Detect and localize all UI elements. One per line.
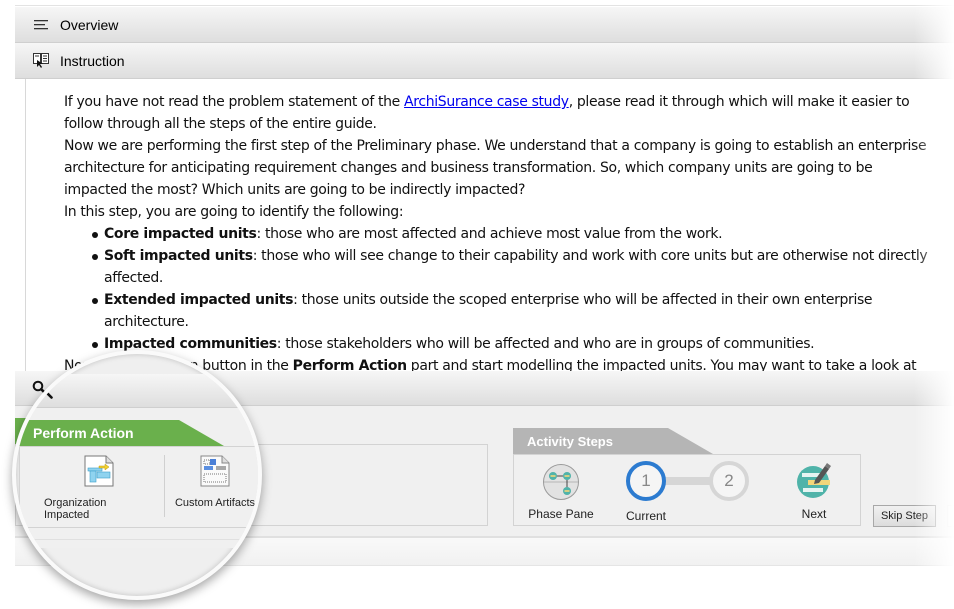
paragraph-2-line-3: impacted the most? Which units are going… — [64, 182, 526, 198]
paragraph-1-line-2: follow through all the steps of the enti… — [64, 116, 377, 132]
perform-action-tab: Perform Action — [19, 420, 224, 446]
paragraph-2-line-2: architecture for anticipating requiremen… — [64, 160, 873, 176]
magnifier-lens: Now Perform Action Organization Impacted — [12, 350, 262, 600]
list-item: Impacted communities: those stakeholders… — [92, 333, 954, 355]
perform-action-panel: Organization Impacted Custom Artifacts — [19, 446, 258, 528]
overview-header[interactable]: Overview — [15, 7, 954, 43]
lens-content: Now Perform Action Organization Impacted — [16, 354, 258, 596]
step-2-button[interactable]: 2 — [709, 461, 749, 501]
list-item: Extended impacted units: those units out… — [92, 289, 954, 333]
custom-artifacts-label: Custom Artifacts — [174, 497, 256, 509]
organization-impacted-button[interactable]: Organization Impacted — [44, 455, 154, 521]
organization-impacted-label: Organization Impacted — [44, 497, 107, 521]
skip-step-button[interactable]: Skip Step — [873, 505, 936, 527]
phase-pane-button[interactable]: Phase Pane — [524, 463, 598, 521]
activity-steps-tab: Activity Steps — [513, 428, 713, 454]
search-icon[interactable] — [37, 383, 53, 399]
activity-steps-panel: Phase Pane 1 Current 2 Next — [513, 454, 861, 526]
book-pointer-icon — [32, 53, 50, 69]
organization-diagram-icon — [83, 455, 115, 487]
instruction-text: If you have not read the problem stateme… — [64, 91, 954, 371]
lens-divider — [19, 539, 258, 540]
list-item: Core impacted units: those who are most … — [92, 223, 954, 245]
next-label: Next — [801, 507, 827, 521]
custom-artifacts-button[interactable]: Custom Artifacts — [172, 455, 258, 517]
menu-icon — [32, 17, 50, 33]
phase-pane-icon — [542, 463, 580, 501]
overview-title: Overview — [60, 16, 119, 33]
lens-action-area: Perform Action Organization Impacted Cus… — [19, 408, 258, 548]
case-study-link[interactable]: ArchiSurance case study — [404, 94, 569, 110]
paragraph-1: If you have not read the problem stateme… — [64, 94, 910, 110]
step-1-button[interactable]: 1 Current — [614, 461, 678, 523]
lens-text-fragment: Now — [52, 356, 82, 372]
impact-list: Core impacted units: those who are most … — [92, 223, 954, 355]
list-item: Soft impacted units: those who will see … — [92, 245, 954, 289]
instruction-title: Instruction — [60, 52, 125, 69]
instruction-content: If you have not read the problem stateme… — [25, 79, 954, 371]
step-1-circle: 1 — [626, 461, 666, 501]
lens-search-bar — [19, 374, 258, 408]
toolbar-divider — [164, 455, 165, 517]
paragraph-2-line-1: Now we are performing the first step of … — [64, 138, 927, 154]
paragraph-3: In this step, you are going to identify … — [64, 204, 404, 220]
secondary-button[interactable] — [947, 505, 954, 527]
next-step-icon — [795, 461, 833, 499]
step-2-circle: 2 — [709, 461, 749, 501]
instruction-header[interactable]: Instruction — [15, 43, 954, 79]
phase-pane-label: Phase Pane — [528, 507, 594, 521]
custom-artifacts-icon — [199, 455, 231, 487]
step-1-label: Current — [625, 509, 666, 523]
next-button[interactable]: Next — [784, 461, 844, 521]
